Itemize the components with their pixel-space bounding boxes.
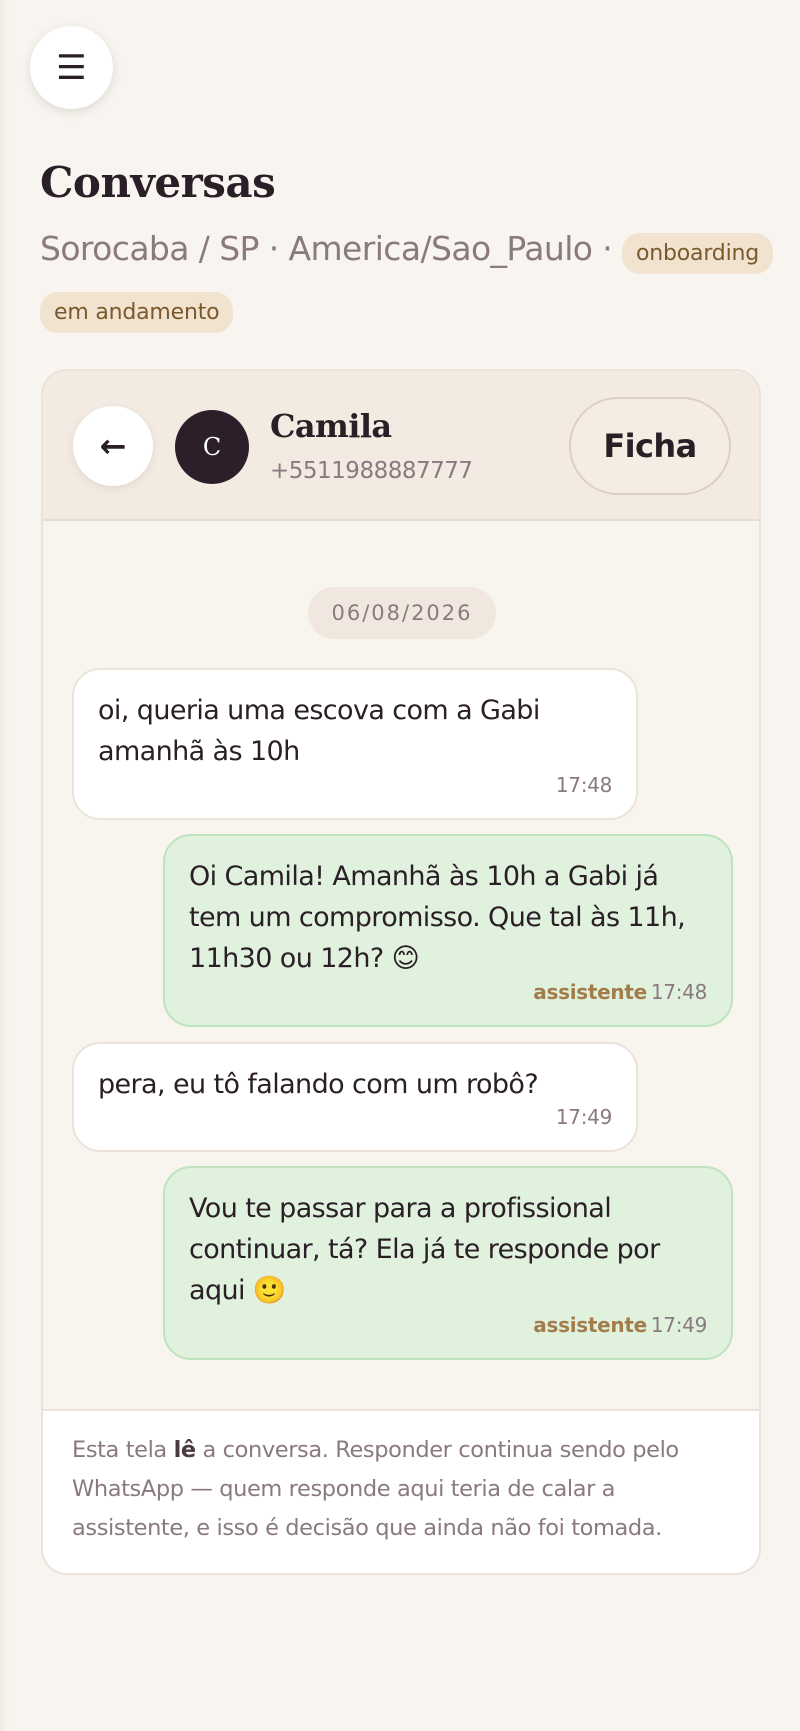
contact-phone: +5511988887777 <box>270 458 473 484</box>
message-time: 17:49 <box>555 1105 612 1129</box>
page-title: Conversas <box>40 158 276 207</box>
hamburger-menu-icon[interactable]: ☰ <box>30 26 113 109</box>
timezone-label: America/Sao_Paulo <box>288 229 593 268</box>
message-time: 17:48 <box>555 773 612 797</box>
ficha-button[interactable]: Ficha <box>569 397 731 495</box>
page-subtitle: Sorocaba / SP · America/Sao_Paulo · onbo… <box>40 222 773 340</box>
notice-text: Esta tela <box>72 1437 174 1463</box>
message-sender: assistente <box>533 1313 647 1337</box>
message-meta: 17:48 <box>556 765 612 806</box>
message-time: 17:49 <box>650 1313 707 1337</box>
message-bubble-incoming: pera, eu tô falando com um robô? 17:49 <box>72 1042 638 1152</box>
message-meta: assistente 17:49 <box>533 1305 707 1346</box>
contact-name: Camila <box>270 407 392 445</box>
separator: · <box>592 229 623 268</box>
message-meta: 17:49 <box>556 1097 612 1138</box>
message-sender: assistente <box>533 980 647 1004</box>
avatar: C <box>175 410 249 484</box>
conversation-card: ← C Camila +5511988887777 Ficha 06/08/20… <box>41 369 761 1575</box>
date-separator: 06/08/2026 <box>308 587 496 639</box>
message-bubble-outgoing: Vou te passar para a profissional contin… <box>163 1166 733 1360</box>
notice-bold: lê <box>173 1437 197 1463</box>
message-meta: assistente 17:48 <box>533 972 707 1013</box>
message-time: 17:48 <box>650 980 707 1004</box>
location-label: Sorocaba / SP <box>40 229 259 268</box>
message-text: oi, queria uma escova com a Gabi amanhã … <box>98 695 540 767</box>
left-edge-shade <box>0 0 10 1731</box>
separator: · <box>258 229 289 268</box>
message-text: pera, eu tô falando com um robô? <box>98 1069 539 1100</box>
conversation-header: ← C Camila +5511988887777 Ficha <box>43 371 759 521</box>
message-bubble-outgoing: Oi Camila! Amanhã às 10h a Gabi já tem u… <box>163 834 733 1027</box>
message-text: Vou te passar para a profissional contin… <box>189 1193 660 1306</box>
message-bubble-incoming: oi, queria uma escova com a Gabi amanhã … <box>72 668 638 820</box>
arrow-left-icon[interactable]: ← <box>73 406 153 486</box>
message-text: Oi Camila! Amanhã às 10h a Gabi já tem u… <box>189 861 686 974</box>
read-only-notice: Esta tela lê a conversa. Responder conti… <box>43 1409 759 1573</box>
